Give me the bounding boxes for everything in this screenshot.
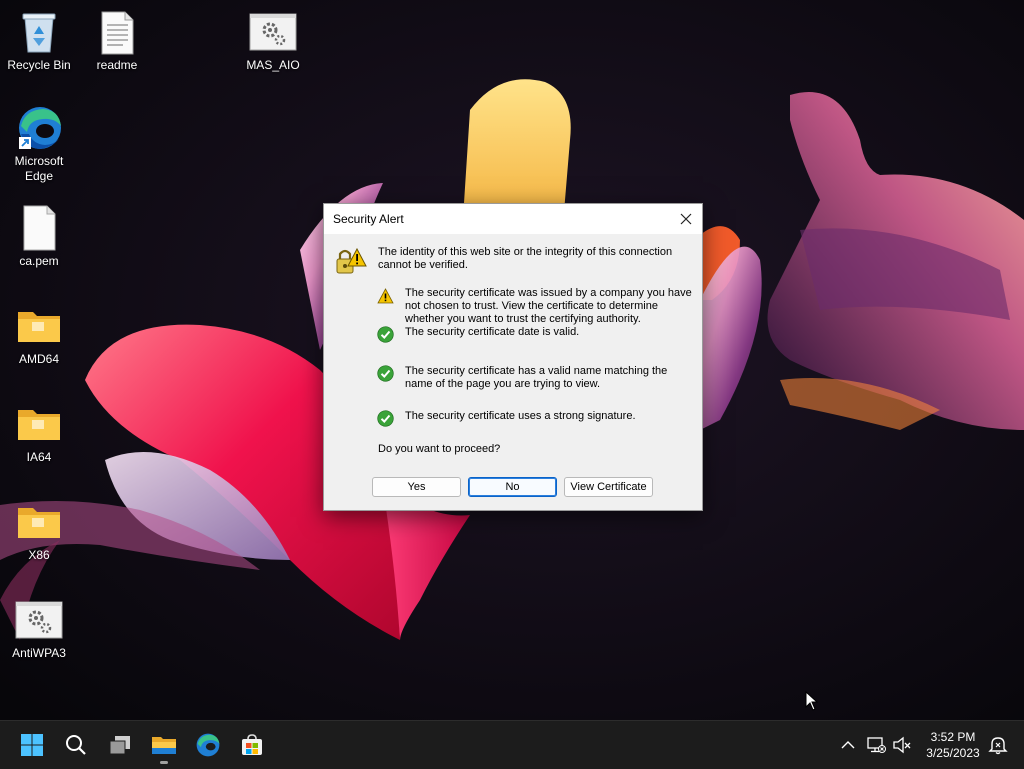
chevron-up-icon xyxy=(841,741,855,749)
desktop-icon-mas-aio[interactable]: MAS_AIO xyxy=(235,8,311,73)
search-button[interactable] xyxy=(56,725,96,765)
volume-button[interactable] xyxy=(890,733,914,757)
desktop-icon-label: AMD64 xyxy=(18,352,59,366)
desktop-icon-label: X86 xyxy=(28,548,50,562)
proceed-question: Do you want to proceed? xyxy=(378,443,501,455)
text-file-icon xyxy=(93,8,141,56)
clock[interactable]: 3:52 PM 3/25/2023 xyxy=(916,729,990,761)
desktop-icon-microsoft-edge[interactable]: Microsoft Edge xyxy=(1,104,77,184)
search-icon xyxy=(66,735,86,755)
check-icon xyxy=(377,410,394,427)
yes-button[interactable]: Yes xyxy=(372,477,461,497)
desktop-icon-antiwpa3[interactable]: AntiWPA3 xyxy=(1,596,77,661)
network-button[interactable] xyxy=(864,733,888,757)
dialog-intro-text: The identity of this web site or the int… xyxy=(378,246,673,271)
close-button[interactable] xyxy=(670,204,702,234)
task-view-button[interactable] xyxy=(100,725,140,765)
certificate-check-item: The security certificate date is valid. xyxy=(405,326,580,338)
edge-taskbar-button[interactable] xyxy=(188,725,228,765)
desktop-icon-label: Microsoft Edge xyxy=(14,154,64,183)
notification-icon xyxy=(988,737,1008,755)
security-alert-dialog: Security Alert The identity of this web … xyxy=(323,203,703,511)
desktop-icon-ia64[interactable]: IA64 xyxy=(1,400,77,465)
store-icon xyxy=(242,734,262,755)
mouse-cursor-icon xyxy=(805,690,819,716)
network-icon xyxy=(867,737,886,753)
certificate-check-item: The security certificate uses a strong s… xyxy=(405,410,636,422)
show-hidden-icons-button[interactable] xyxy=(836,733,860,757)
desktop-icon-x86[interactable]: X86 xyxy=(1,498,77,563)
settings-script-icon xyxy=(15,596,63,644)
file-icon xyxy=(15,204,63,252)
check-icon xyxy=(377,326,394,343)
file-explorer-taskbar-button[interactable] xyxy=(144,725,184,765)
desktop-icon-label: AntiWPA3 xyxy=(12,646,66,660)
folder-icon xyxy=(15,498,63,546)
certificate-check-item: The security certificate was issued by a… xyxy=(405,287,692,325)
close-icon xyxy=(680,213,692,225)
active-app-indicator xyxy=(160,761,168,764)
certificate-check-item: The security certificate has a valid nam… xyxy=(405,365,668,390)
check-icon xyxy=(377,365,394,382)
view-certificate-button[interactable]: View Certificate xyxy=(564,477,653,497)
security-lock-warning-icon xyxy=(335,246,367,278)
task-view-icon xyxy=(109,736,130,755)
clock-time: 3:52 PM xyxy=(930,730,976,744)
desktop-icon-label: ca.pem xyxy=(19,254,59,268)
file-explorer-icon xyxy=(152,737,176,754)
desktop-icon-readme[interactable]: readme xyxy=(79,8,155,73)
edge-icon xyxy=(15,104,63,152)
warning-icon xyxy=(377,288,394,305)
volume-muted-icon xyxy=(893,736,911,754)
folder-icon xyxy=(15,302,63,350)
taskbar: 3:52 PM 3/25/2023 xyxy=(0,720,1024,769)
dialog-titlebar[interactable]: Security Alert xyxy=(324,204,702,234)
desktop-icon-amd64[interactable]: AMD64 xyxy=(1,302,77,367)
dialog-title: Security Alert xyxy=(333,212,404,226)
no-button[interactable]: No xyxy=(468,477,557,497)
desktop-icon-recycle-bin[interactable]: Recycle Bin xyxy=(1,8,77,73)
start-button[interactable] xyxy=(12,725,52,765)
desktop-icon-label: readme xyxy=(96,58,138,72)
settings-script-icon xyxy=(249,8,297,56)
edge-icon xyxy=(196,733,220,757)
notifications-button[interactable] xyxy=(986,733,1010,757)
store-taskbar-button[interactable] xyxy=(232,725,272,765)
folder-icon xyxy=(15,400,63,448)
recycle-bin-icon xyxy=(15,8,63,56)
desktop-icon-label: MAS_AIO xyxy=(246,58,300,72)
desktop-icon-label: IA64 xyxy=(26,450,52,464)
clock-date: 3/25/2023 xyxy=(926,746,980,760)
desktop-icon-ca-pem[interactable]: ca.pem xyxy=(1,204,77,269)
desktop-icon-label: Recycle Bin xyxy=(7,58,71,72)
start-icon xyxy=(21,734,43,756)
